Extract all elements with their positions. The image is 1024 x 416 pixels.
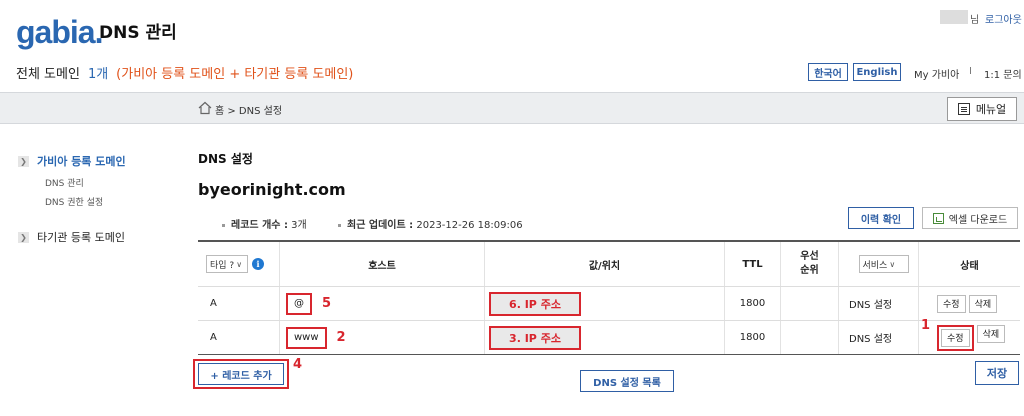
chevron-down-icon: ∨: [236, 259, 243, 269]
add-record-highlight: + 레코드 추가: [193, 359, 289, 389]
sidebar-item-label: 타기관 등록 도메인: [37, 231, 125, 244]
row-host: www 2: [280, 321, 485, 354]
row-actions: 수정 삭제: [937, 324, 1006, 351]
header-state: 상태: [960, 260, 979, 272]
header-priority: 우선 순위: [781, 242, 839, 286]
lang-english-button[interactable]: English: [853, 63, 901, 81]
section-title: DNS 설정: [198, 152, 253, 166]
table-row: A @ 5 6. IP 주소 1800 DNS 설정 수정 삭제: [198, 287, 1020, 321]
host-input[interactable]: @: [286, 292, 312, 315]
row-priority: [781, 321, 839, 354]
excel-download-label: 엑셀 다운로드: [948, 214, 1008, 226]
gabia-logo[interactable]: gabia.: [16, 14, 103, 51]
excel-download-button[interactable]: 엑셀 다운로드: [922, 207, 1018, 229]
lang-korean-button[interactable]: 한국어: [808, 63, 848, 81]
ip-value-input[interactable]: 3. IP 주소: [489, 325, 581, 350]
row-state: 수정 삭제: [919, 287, 1020, 320]
app-title: DNS 관리: [99, 23, 177, 43]
excel-chart-icon: [932, 212, 944, 224]
edit-button[interactable]: 수정: [937, 294, 966, 313]
bullet-icon: [338, 223, 341, 227]
header: gabia. DNS 관리 님 로그아웃 전체 도메인 1개 (가비아 등록 도메인…: [0, 0, 1024, 90]
row-ttl: 1800: [725, 321, 781, 354]
chevron-right-icon: ❯: [18, 155, 29, 167]
host-input[interactable]: www: [286, 326, 327, 349]
row-type: A: [198, 321, 280, 354]
logout-link[interactable]: 로그아웃: [985, 11, 1022, 26]
priority-line2: 순위: [800, 265, 819, 276]
priority-line1: 우선: [800, 251, 819, 262]
annotation-5: 5: [322, 296, 332, 311]
last-updated: 최근 업데이트 : 2023-12-26 18:09:06: [338, 216, 523, 231]
domain-summary: 전체 도메인 1개 (가비아 등록 도메인 + 타기관 등록 도메인): [16, 63, 353, 82]
info-icon[interactable]: i: [252, 258, 264, 270]
record-count-label: 레코드 개수 :: [231, 220, 288, 231]
annotation-4: 4: [293, 357, 303, 372]
row-service: DNS 설정: [839, 321, 919, 354]
manual-label: 메뉴얼: [975, 103, 1007, 116]
breadcrumb: 홈 > DNS 설정: [215, 106, 283, 117]
header-separator: I: [969, 66, 972, 77]
sidebar-sub-dns-permission[interactable]: DNS 권한 설정: [45, 195, 103, 208]
type-filter-value: 타입 ?: [210, 260, 235, 271]
user-name-masked: [940, 10, 968, 24]
history-button[interactable]: 이력 확인: [848, 207, 914, 229]
manual-icon: [957, 103, 970, 115]
header-type: 타입 ? ∨ i: [198, 242, 280, 286]
updated-value: 2023-12-26 18:09:06: [416, 220, 523, 231]
annotation-1: 1: [921, 318, 931, 333]
updated-label: 최근 업데이트 :: [347, 220, 414, 231]
sidebar-sub-dns-manage[interactable]: DNS 관리: [45, 176, 84, 189]
edit-button[interactable]: 수정: [941, 328, 970, 347]
header-ttl: TTL: [725, 242, 781, 286]
domain-name: byeorinight.com: [198, 180, 346, 199]
annotation-2: 2: [336, 330, 346, 345]
row-host: @ 5: [280, 287, 485, 320]
sidebar-item-other-domains[interactable]: ❯ 타기관 등록 도메인: [18, 229, 125, 245]
header-service: 서비스 ∨: [839, 242, 919, 286]
sidebar-item-label: 가비아 등록 도메인: [37, 155, 126, 168]
row-state: 수정 삭제: [919, 321, 1020, 354]
domain-label: 전체 도메인: [16, 67, 80, 82]
table-header: 타입 ? ∨ i 호스트 값/위치 TTL 우선 순위 서비스 ∨ 상태: [198, 242, 1020, 287]
header-value: 값/위치: [485, 242, 725, 286]
dns-list-button[interactable]: DNS 설정 목록: [580, 370, 674, 392]
service-filter-select[interactable]: 서비스 ∨: [858, 255, 909, 273]
ip-value-input[interactable]: 6. IP 주소: [489, 291, 581, 316]
row-type: A: [198, 287, 280, 320]
save-button[interactable]: 저장: [975, 361, 1019, 385]
record-count-value: 3개: [291, 220, 307, 231]
domain-count: 1개: [87, 67, 109, 82]
row-value: 3. IP 주소: [485, 321, 725, 354]
manual-button[interactable]: 메뉴얼: [947, 97, 1017, 121]
user-suffix: 님: [970, 15, 980, 26]
record-count: 레코드 개수 : 3개: [222, 216, 307, 231]
row-actions: 수정 삭제: [937, 294, 998, 313]
chevron-right-icon: ❯: [18, 231, 29, 243]
edit-highlight: 수정: [937, 324, 974, 351]
chevron-down-icon: ∨: [889, 259, 896, 269]
service-filter-value: 서비스: [862, 260, 888, 271]
type-filter-select[interactable]: 타입 ? ∨: [206, 255, 248, 273]
table-row: A www 2 3. IP 주소 1800 DNS 설정 수정 삭제: [198, 321, 1020, 355]
row-ttl: 1800: [725, 287, 781, 320]
my-gabia-link[interactable]: My 가비아: [914, 66, 959, 81]
delete-button[interactable]: 삭제: [976, 324, 1006, 343]
contact-link[interactable]: 1:1 문의: [984, 66, 1022, 81]
delete-button[interactable]: 삭제: [968, 294, 998, 313]
bullet-icon: [222, 223, 225, 227]
row-service: DNS 설정: [839, 287, 919, 320]
row-value: 6. IP 주소: [485, 287, 725, 320]
dns-records-table: 타입 ? ∨ i 호스트 값/위치 TTL 우선 순위 서비스 ∨ 상태 A @ 5…: [198, 240, 1020, 355]
home-icon[interactable]: [198, 101, 212, 115]
add-record-button[interactable]: + 레코드 추가: [198, 363, 284, 385]
header-host: 호스트: [280, 242, 485, 286]
breadcrumb-bar: 홈 > DNS 설정 메뉴얼: [0, 92, 1024, 124]
row-priority: [781, 287, 839, 320]
sidebar-item-gabia-domains[interactable]: ❯ 가비아 등록 도메인: [18, 153, 126, 169]
domain-types: (가비아 등록 도메인 + 타기관 등록 도메인): [116, 67, 354, 82]
